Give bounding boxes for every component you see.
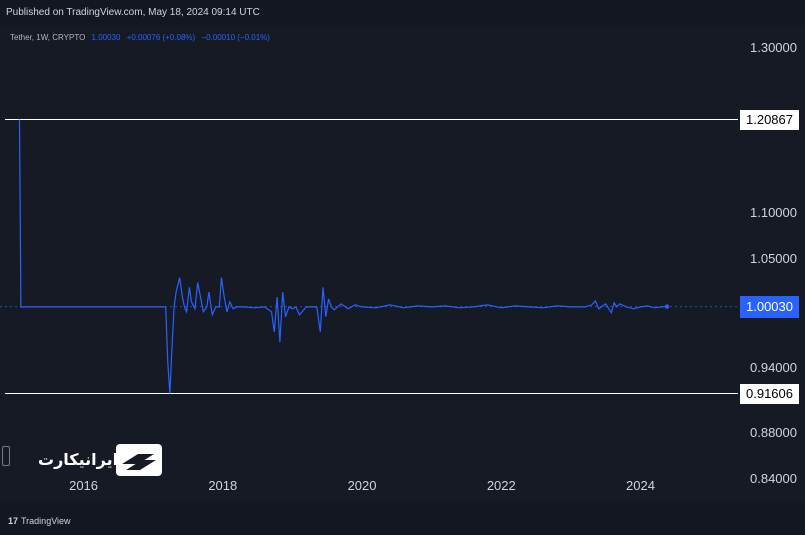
x-tick-label: 2018 — [208, 478, 238, 493]
tradingview-logo: 17 — [8, 516, 19, 526]
legend-change: +0.00076 (+0.08%) — [126, 33, 196, 42]
y-tick-label: 1.05000 — [750, 250, 797, 266]
chart-legend: Tether, 1W, CRYPTO 1.00030 +0.00076 (+0.… — [10, 33, 270, 42]
y-tick-label: 1.10000 — [750, 204, 797, 220]
y-tick-label: 0.88000 — [750, 425, 797, 441]
hline-label-lower: 0.91606 — [740, 383, 799, 404]
x-tick-label: 2016 — [69, 478, 99, 493]
hline-label-upper: 1.20867 — [740, 109, 799, 130]
legend-last-value: 1.00030 — [91, 33, 121, 42]
last-price-label: 1.00030 — [740, 295, 799, 318]
series-line-0 — [18, 119, 668, 394]
scroll-handle[interactable] — [2, 446, 10, 466]
legend-change-2: −0.00010 (−0.01%) — [201, 33, 270, 42]
y-tick-label: 0.84000 — [750, 471, 797, 487]
tradingview-brand[interactable]: 17 TradingView — [8, 516, 71, 526]
x-tick-label: 2022 — [486, 478, 516, 493]
bottom-bar — [0, 503, 805, 535]
tradingview-name: TradingView — [21, 516, 71, 526]
last-point — [664, 304, 670, 309]
watermark-text: ایرانیکارت — [38, 452, 119, 469]
y-tick-label: 1.30000 — [750, 39, 797, 55]
watermark: ایرانیکارت — [34, 444, 164, 478]
x-tick-label: 2024 — [626, 478, 655, 493]
legend-symbol: Tether, 1W, CRYPTO — [10, 33, 86, 42]
y-tick-label: 0.94000 — [750, 360, 797, 375]
x-tick-label: 2020 — [347, 478, 377, 493]
card-icon — [116, 444, 162, 476]
